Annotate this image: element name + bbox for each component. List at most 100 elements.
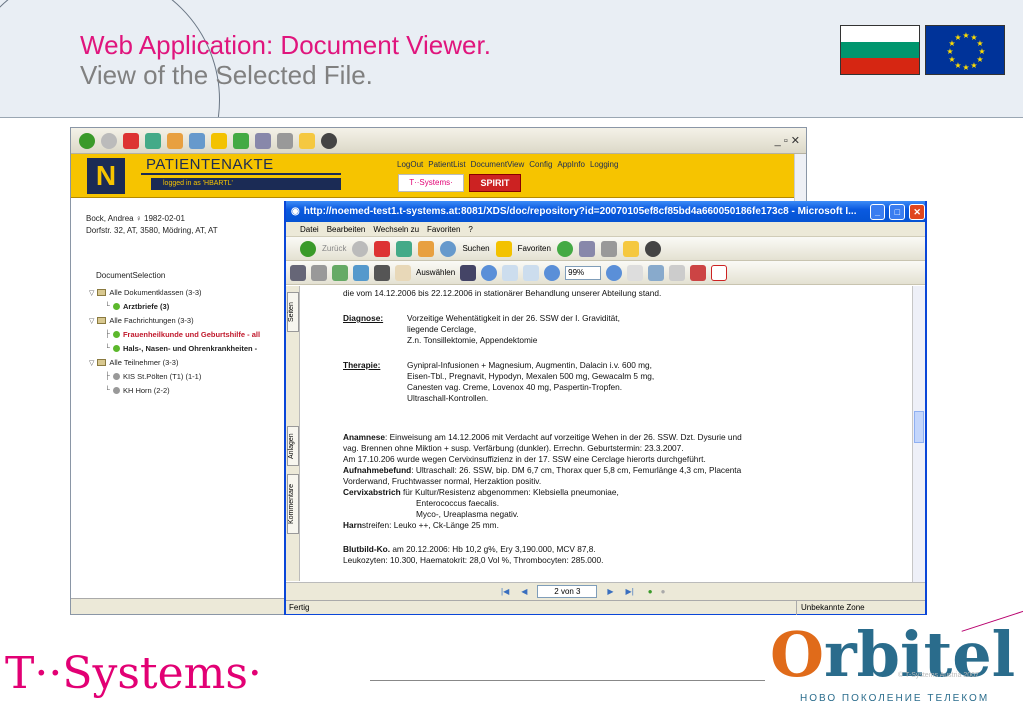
- close-button[interactable]: ✕: [909, 203, 925, 220]
- tree-item[interactable]: └ Arztbriefe (3): [105, 302, 169, 311]
- footer-divider: [370, 680, 765, 681]
- cervix-line: Myco-, Ureaplasma negativ.: [416, 509, 519, 519]
- window-titlebar[interactable]: ◉ http://noemed-test1.t-systems.at:8081/…: [286, 201, 925, 222]
- orbitel-logo: Orbitel: [770, 618, 1016, 691]
- back-icon[interactable]: [300, 240, 316, 257]
- fit-width-icon[interactable]: [523, 264, 540, 281]
- favorites-icon[interactable]: [495, 240, 512, 257]
- therapie-line: Ultraschall-Kontrollen.: [407, 393, 489, 403]
- status-text: Fertig: [289, 603, 310, 612]
- noemed-logo: N: [85, 156, 127, 196]
- last-page-icon[interactable]: ▶|: [626, 587, 634, 596]
- favorites-icon[interactable]: [211, 132, 227, 149]
- folder-icon: [97, 359, 107, 366]
- favorites-button[interactable]: Favoriten: [518, 244, 551, 253]
- search-icon[interactable]: [189, 132, 205, 149]
- menu-config[interactable]: Config: [529, 160, 552, 169]
- save-icon[interactable]: [290, 264, 306, 281]
- document-scrollbar[interactable]: [912, 286, 925, 582]
- tree-item-selected[interactable]: ├ Frauenheilkunde und Geburtshilfe - all: [105, 330, 260, 339]
- print-icon[interactable]: [277, 132, 293, 149]
- aufnahme-line: Aufnahmebefund: Ultraschall: 26. SSW, bi…: [343, 465, 742, 475]
- tab-kommentare[interactable]: Kommentare: [287, 474, 299, 534]
- folder-icon: [97, 289, 107, 296]
- pdf-toolbar: Auswählen 99%: [286, 261, 925, 285]
- zoom-plus-icon[interactable]: [606, 264, 623, 281]
- mail-icon[interactable]: [255, 132, 271, 149]
- go-forward-icon[interactable]: ●: [661, 587, 666, 596]
- next-page-icon[interactable]: ▶: [607, 587, 613, 596]
- menu-appinfo[interactable]: AppInfo: [557, 160, 585, 169]
- home-icon[interactable]: [167, 132, 183, 149]
- tab-anlagen[interactable]: Anlagen: [287, 426, 299, 466]
- forward-icon[interactable]: [101, 132, 117, 149]
- folder-icon[interactable]: [622, 240, 639, 257]
- menu-datei[interactable]: Datei: [300, 225, 319, 234]
- print-icon[interactable]: [311, 264, 327, 281]
- tree-item[interactable]: ▽ Alle Fachrichtungen (3-3): [89, 316, 194, 325]
- pen-icon[interactable]: [690, 264, 707, 281]
- menu-documentview[interactable]: DocumentView: [471, 160, 525, 169]
- spirit-badge: SPIRIT: [469, 174, 521, 192]
- web-icon[interactable]: [353, 264, 369, 281]
- messenger-icon[interactable]: [321, 132, 337, 149]
- status-dot-icon: [112, 331, 120, 338]
- previous-page-icon[interactable]: ◀: [521, 587, 527, 596]
- forward-icon[interactable]: [352, 240, 369, 257]
- messenger-icon[interactable]: [644, 240, 661, 257]
- tree-item[interactable]: ▽ Alle Dokumentklassen (3-3): [89, 288, 202, 297]
- zoom-in-icon[interactable]: [481, 264, 498, 281]
- history-icon[interactable]: [233, 132, 249, 149]
- back-icon[interactable]: [79, 132, 95, 149]
- page-indicator[interactable]: 2 von 3: [537, 585, 598, 598]
- history-icon[interactable]: [556, 240, 573, 257]
- stop-icon[interactable]: [374, 240, 391, 257]
- zoom-input[interactable]: 99%: [565, 265, 602, 280]
- refresh-icon[interactable]: [145, 132, 161, 149]
- rotate-icon[interactable]: [648, 264, 665, 281]
- patient-name: Bock, Andrea ♀ 1982-02-01: [86, 214, 185, 223]
- search-button[interactable]: Suchen: [462, 244, 489, 253]
- folder-icon[interactable]: [299, 132, 315, 149]
- menu-patientlist[interactable]: PatientList: [428, 160, 465, 169]
- mail-icon[interactable]: [578, 240, 595, 257]
- tree-item[interactable]: └ Hals-, Nasen- und Ohrenkrankheiten -: [105, 344, 257, 353]
- search-icon[interactable]: [440, 240, 457, 257]
- scroll-thumb[interactable]: [914, 411, 924, 443]
- svg-text:★: ★: [970, 61, 977, 70]
- tree-item[interactable]: ▽ Alle Teilnehmer (3-3): [89, 358, 178, 367]
- zoom-out-icon[interactable]: [544, 264, 561, 281]
- maximize-button[interactable]: □: [889, 203, 906, 220]
- menu-help[interactable]: ?: [468, 225, 472, 234]
- slide-subtitle: View of the Selected File.: [80, 60, 373, 90]
- minimize-button[interactable]: _: [869, 203, 886, 220]
- email-icon[interactable]: [332, 264, 348, 281]
- find-icon[interactable]: [374, 264, 390, 281]
- refresh-icon[interactable]: [396, 240, 413, 257]
- go-back-icon[interactable]: ●: [648, 587, 653, 596]
- home-icon[interactable]: [418, 240, 435, 257]
- menu-logout[interactable]: LogOut: [397, 160, 423, 169]
- yahoo-icon[interactable]: [711, 264, 728, 281]
- menu-wechseln-zu[interactable]: Wechseln zu: [373, 225, 419, 234]
- pages-icon[interactable]: [627, 264, 644, 281]
- tree-item[interactable]: └ KH Horn (2-2): [105, 386, 170, 395]
- stop-icon[interactable]: [123, 132, 139, 149]
- menu-bearbeiten[interactable]: Bearbeiten: [327, 225, 366, 234]
- copyright: © T-Systems Austria 2007: [898, 672, 979, 679]
- fit-page-icon[interactable]: [502, 264, 519, 281]
- document-selection-label: DocumentSelection: [96, 271, 166, 280]
- menu-logging[interactable]: Logging: [590, 160, 618, 169]
- print-icon[interactable]: [600, 240, 617, 257]
- tree-item[interactable]: ├ KIS St.Pölten (T1) (1-1): [105, 372, 201, 381]
- back-button[interactable]: Zurück: [322, 244, 346, 253]
- tab-seiten[interactable]: Seiten: [287, 292, 299, 332]
- window-controls[interactable]: _ ▫ ✕: [775, 134, 800, 147]
- first-page-icon[interactable]: |◀: [501, 587, 509, 596]
- undo-icon[interactable]: [669, 264, 686, 281]
- menu-favoriten[interactable]: Favoriten: [427, 225, 460, 234]
- tsystems-badge: T··Systems·: [398, 174, 464, 192]
- select-tool-button[interactable]: Auswählen: [416, 268, 455, 277]
- snapshot-icon[interactable]: [460, 264, 477, 281]
- hand-tool-icon[interactable]: [395, 264, 411, 281]
